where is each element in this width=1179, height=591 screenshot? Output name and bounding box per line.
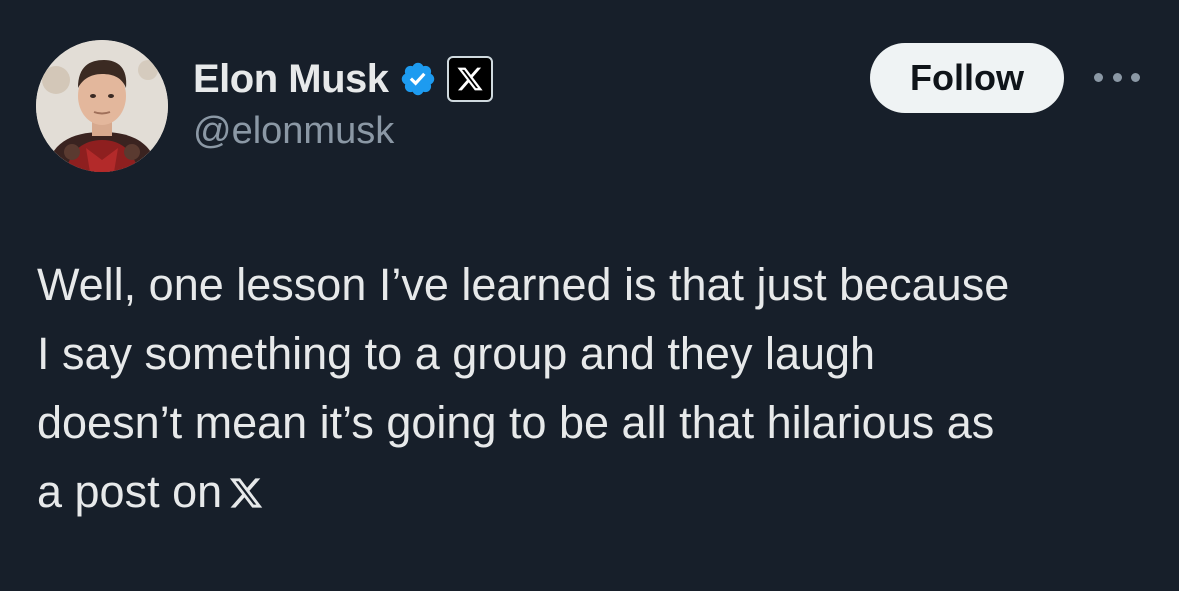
avatar-image <box>36 40 168 172</box>
tweet-line: Well, one lesson I’ve learned is that ju… <box>37 259 1010 310</box>
x-logo-icon[interactable] <box>446 56 493 102</box>
more-dot <box>1131 72 1140 82</box>
follow-button[interactable]: Follow <box>870 43 1064 113</box>
tweet-line: doesn’t mean it’s going to be all that h… <box>37 397 995 448</box>
x-logo-icon <box>228 461 264 530</box>
name-row: Elon Musk <box>193 55 493 103</box>
more-dot <box>1094 72 1103 82</box>
verified-badge-icon[interactable] <box>399 60 437 98</box>
tweet-line: I say something to a group and they laug… <box>37 328 876 379</box>
handle[interactable]: @elonmusk <box>193 110 394 153</box>
more-options-icon[interactable] <box>1094 62 1140 92</box>
tweet-card: Elon Musk @elonmusk Follow Well, one les… <box>0 0 1179 591</box>
tweet-line: a post on <box>37 466 223 517</box>
display-name[interactable]: Elon Musk <box>193 57 389 102</box>
tweet-line-last: a post on <box>37 457 1157 530</box>
tweet-text: Well, one lesson I’ve learned is that ju… <box>37 250 1157 530</box>
avatar[interactable] <box>36 40 168 172</box>
more-dot <box>1112 72 1122 82</box>
